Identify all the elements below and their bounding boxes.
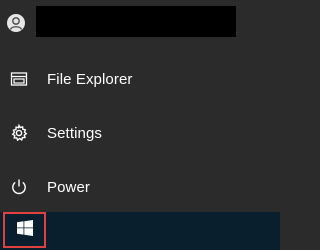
account-name-redacted xyxy=(36,6,236,37)
start-button[interactable] xyxy=(3,212,46,248)
menu-item-label: File Explorer xyxy=(47,70,133,88)
menu-item-label: Settings xyxy=(47,124,102,142)
power-icon xyxy=(9,177,29,197)
user-avatar-icon xyxy=(7,14,25,32)
menu-item-settings[interactable]: Settings xyxy=(0,108,280,158)
account-row[interactable] xyxy=(0,0,280,46)
menu-item-power[interactable]: Power xyxy=(0,162,280,212)
file-explorer-icon xyxy=(9,69,29,89)
menu-item-file-explorer[interactable]: File Explorer xyxy=(0,54,280,104)
start-menu: File Explorer Settings Power xyxy=(0,0,280,212)
menu-item-label: Power xyxy=(47,178,91,196)
windows-logo-icon xyxy=(16,219,33,241)
taskbar xyxy=(0,212,280,250)
gear-icon xyxy=(9,123,29,143)
